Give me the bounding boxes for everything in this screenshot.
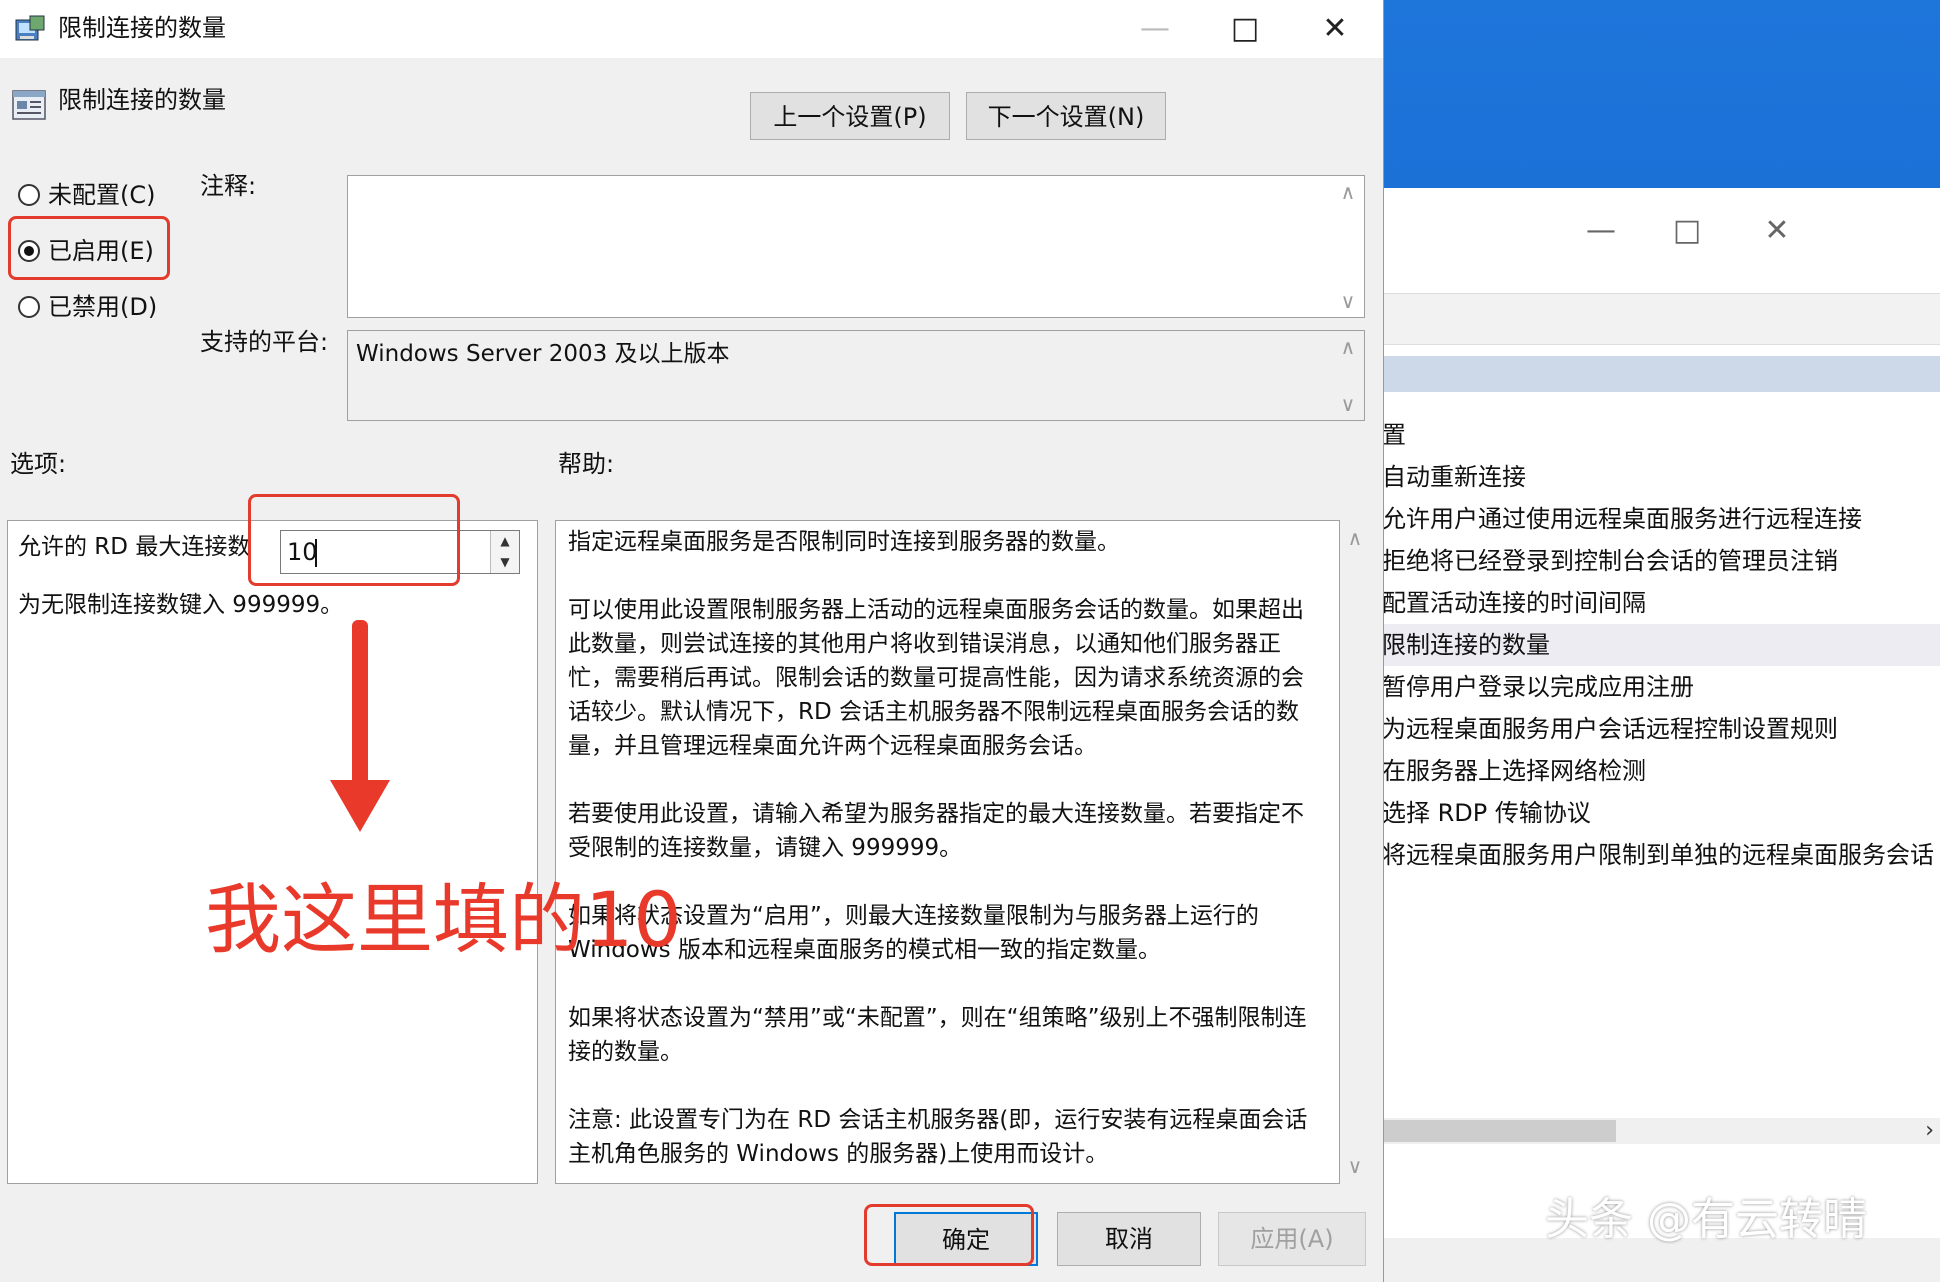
help-paragraph: 指定远程桌面服务是否限制同时连接到服务器的数量。 xyxy=(568,529,1120,555)
options-panel: 允许的 RD 最大连接数 为无限制连接数键入 999999。 xyxy=(7,520,538,1184)
help-scrollbar[interactable]: ∧ ∨ xyxy=(1340,520,1370,1184)
radio-circle-icon[interactable] xyxy=(18,296,40,318)
help-paragraph: 如果将状态设置为“禁用”或“未配置”，则在“组策略”级别上不强制限制连接的数量。 xyxy=(568,1005,1307,1065)
background-window-toolbar xyxy=(1380,293,1940,345)
list-item[interactable]: 自动重新连接 xyxy=(1380,456,1940,498)
setting-header-title: 限制连接的数量 xyxy=(58,86,226,114)
help-paragraph: 注意: 此设置专门为在 RD 会话主机服务器(即，运行安装有远程桌面会话主机角色… xyxy=(568,1107,1308,1167)
stepper-up-icon[interactable]: ▲ xyxy=(491,531,519,552)
stepper-down-icon[interactable]: ▼ xyxy=(491,552,519,573)
supported-platform-value: Windows Server 2003 及以上版本 xyxy=(356,341,730,367)
arrow-down-annotation xyxy=(352,620,368,800)
stepper-arrows[interactable]: ▲ ▼ xyxy=(490,531,519,573)
list-item[interactable]: 配置活动连接的时间间隔 xyxy=(1380,582,1940,624)
help-text: 指定远程桌面服务是否限制同时连接到服务器的数量。 可以使用此设置限制服务器上活动… xyxy=(568,525,1320,1205)
help-paragraph: 若要使用此设置，请输入希望为服务器指定的最大连接数量。若要指定不受限制的连接数量… xyxy=(568,801,1304,861)
policy-icon xyxy=(12,90,46,120)
chevron-up-icon[interactable]: ∧ xyxy=(1332,180,1364,204)
watermark: 头条 @有云转晴 xyxy=(1545,1194,1867,1245)
horizontal-scrollbar[interactable]: › xyxy=(1380,1118,1940,1144)
close-icon[interactable]: ✕ xyxy=(1752,206,1802,256)
title-bar: 限制连接的数量 — □ ✕ xyxy=(0,0,1383,58)
help-paragraph: 可以使用此设置限制服务器上活动的远程桌面服务会话的数量。如果超出此数量，则尝试连… xyxy=(568,597,1304,759)
vertical-scrollbar[interactable]: ∧ ∨ xyxy=(1332,331,1364,420)
chevron-up-icon[interactable]: ∧ xyxy=(1332,335,1364,359)
radio-label: 已禁用(D) xyxy=(48,293,158,321)
previous-setting-button[interactable]: 上一个设置(P) xyxy=(750,92,950,140)
annotation-text: 我这里填的10 xyxy=(205,875,682,964)
window-title: 限制连接的数量 xyxy=(58,14,226,42)
list-item[interactable]: 在服务器上选择网络检测 xyxy=(1380,750,1940,792)
close-icon[interactable]: ✕ xyxy=(1300,6,1370,52)
apply-button: 应用(A) xyxy=(1218,1212,1366,1266)
policy-dialog: 限制连接的数量 — □ ✕ 限制连接的数量 上一个设置(P) 下一个设置(N) … xyxy=(0,0,1384,1282)
list-item[interactable]: 为远程桌面服务用户会话远程控制设置规则 xyxy=(1380,708,1940,750)
policy-list: 置 自动重新连接 允许用户通过使用远程桌面服务进行远程连接 拒绝将已经登录到控制… xyxy=(1380,414,1940,876)
supported-platform-field: Windows Server 2003 及以上版本 ∧ ∨ xyxy=(347,330,1365,421)
list-item[interactable]: 允许用户通过使用远程桌面服务进行远程连接 xyxy=(1380,498,1940,540)
cancel-button[interactable]: 取消 xyxy=(1057,1212,1201,1266)
chevron-down-icon[interactable]: ∨ xyxy=(1332,392,1364,416)
minimize-icon[interactable]: — xyxy=(1576,206,1626,256)
help-panel: 指定远程桌面服务是否限制同时连接到服务器的数量。 可以使用此设置限制服务器上活动… xyxy=(555,520,1340,1184)
maximize-icon[interactable]: □ xyxy=(1210,6,1280,52)
vertical-scrollbar[interactable]: ∧ ∨ xyxy=(1332,176,1364,317)
arrow-down-annotation-head xyxy=(330,780,390,832)
chevron-down-icon[interactable]: ∨ xyxy=(1332,289,1364,313)
list-header xyxy=(1380,356,1940,392)
radio-not-configured[interactable]: 未配置(C) xyxy=(18,174,155,214)
list-item[interactable]: 将远程桌面服务用户限制到单独的远程桌面服务会话 xyxy=(1380,834,1940,876)
policy-icon xyxy=(15,15,45,41)
supported-platform-label: 支持的平台: xyxy=(200,328,329,356)
chevron-right-icon[interactable]: › xyxy=(1925,1118,1934,1144)
radio-circle-icon[interactable] xyxy=(18,184,40,206)
option-hint: 为无限制连接数键入 999999。 xyxy=(18,592,344,618)
highlight-enabled-box xyxy=(8,216,170,280)
list-item[interactable]: 置 xyxy=(1380,414,1940,456)
scrollbar-thumb[interactable] xyxy=(1380,1120,1616,1142)
radio-disabled[interactable]: 已禁用(D) xyxy=(18,286,157,326)
highlight-value-box xyxy=(248,494,460,586)
help-label: 帮助: xyxy=(558,450,615,478)
list-item-selected[interactable]: 限制连接的数量 xyxy=(1380,624,1940,666)
comment-label: 注释: xyxy=(200,172,257,200)
highlight-ok-box xyxy=(864,1204,1034,1266)
radio-label: 未配置(C) xyxy=(48,181,156,209)
list-item[interactable]: 选择 RDP 传输协议 xyxy=(1380,792,1940,834)
maximize-icon[interactable]: □ xyxy=(1662,206,1712,256)
minimize-icon: — xyxy=(1140,11,1170,46)
comment-textarea[interactable]: ∧ ∨ xyxy=(347,175,1365,318)
list-item[interactable]: 拒绝将已经登录到控制台会话的管理员注销 xyxy=(1380,540,1940,582)
next-setting-button[interactable]: 下一个设置(N) xyxy=(966,92,1166,140)
chevron-down-icon[interactable]: ∨ xyxy=(1340,1154,1370,1178)
options-label: 选项: xyxy=(10,450,67,478)
background-window: — □ ✕ 置 自动重新连接 允许用户通过使用远程桌面服务进行远程连接 拒绝将已… xyxy=(1380,188,1940,1282)
background-window-caption: — □ ✕ xyxy=(1380,188,1940,293)
chevron-up-icon[interactable]: ∧ xyxy=(1340,526,1370,550)
max-connections-label: 允许的 RD 最大连接数 xyxy=(18,534,251,560)
list-item[interactable]: 暂停用户登录以完成应用注册 xyxy=(1380,666,1940,708)
